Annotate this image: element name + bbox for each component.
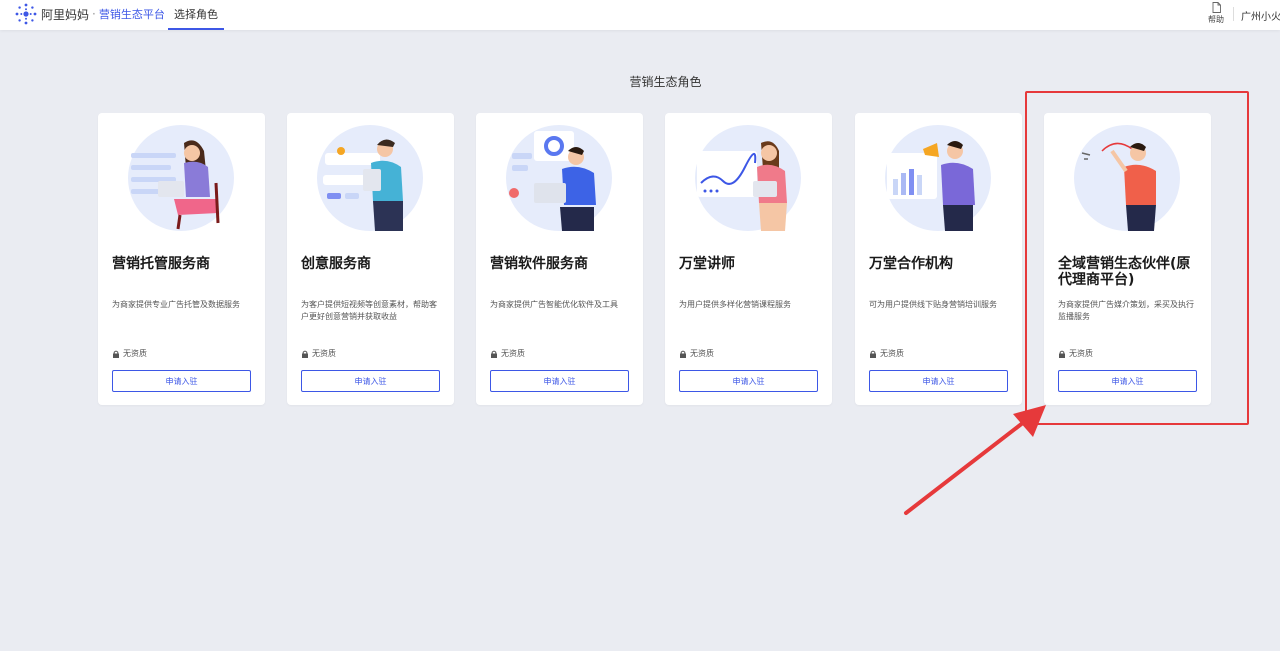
annotation-arrow-icon xyxy=(904,405,1046,515)
